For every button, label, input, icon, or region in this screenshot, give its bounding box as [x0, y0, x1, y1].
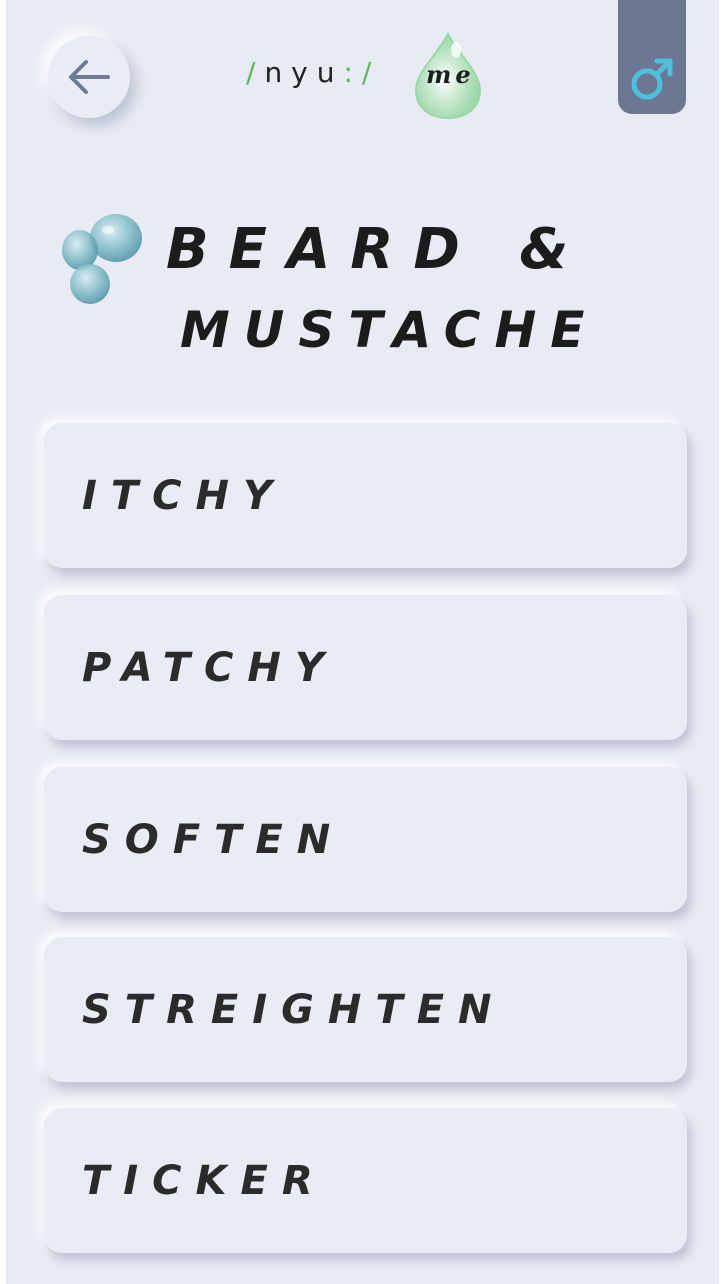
- page-title-line2: MUSTACHE: [180, 301, 599, 359]
- gender-toggle-button[interactable]: [618, 0, 686, 114]
- app-logo: /nyu:/ me: [246, 30, 486, 120]
- logo-me: me: [426, 60, 475, 89]
- option-label: ITCHY: [82, 472, 286, 519]
- arrow-left-icon: [69, 60, 110, 94]
- app-screen: /nyu:/ me BEARD & MUSTACHE ITCHY PATCHY …: [6, 0, 719, 1284]
- back-button[interactable]: [48, 36, 130, 118]
- option-itchy[interactable]: ITCHY: [44, 423, 687, 568]
- option-label: SOFTEN: [82, 816, 345, 863]
- option-label: TICKER: [82, 1157, 327, 1204]
- option-label: PATCHY: [82, 644, 338, 691]
- option-label: STREIGHTEN: [82, 986, 506, 1033]
- option-streighten[interactable]: STREIGHTEN: [44, 937, 687, 1082]
- page-title-line1: BEARD &: [166, 217, 589, 282]
- water-drops-icon: [62, 214, 142, 304]
- option-soften[interactable]: SOFTEN: [44, 767, 687, 912]
- page-title: BEARD & MUSTACHE: [166, 208, 586, 368]
- logo-wordmark: /nyu:/: [246, 56, 381, 89]
- male-symbol-icon: [631, 58, 673, 100]
- option-ticker[interactable]: TICKER: [44, 1108, 687, 1253]
- option-patchy[interactable]: PATCHY: [44, 595, 687, 740]
